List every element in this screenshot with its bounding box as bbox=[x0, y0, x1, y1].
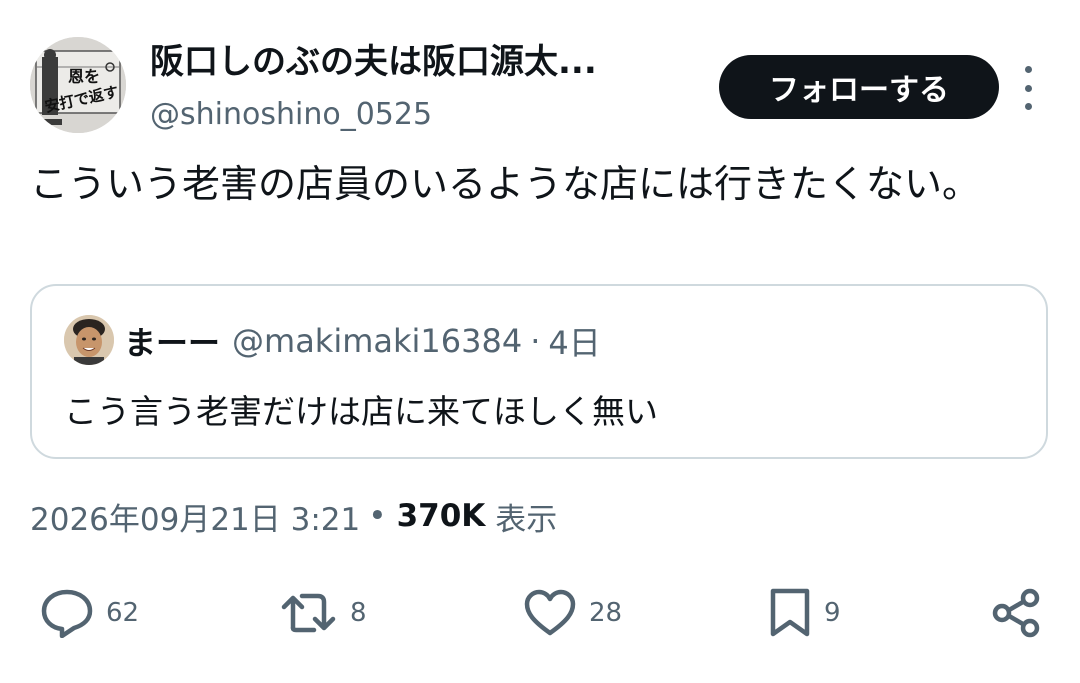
more-dot bbox=[1024, 103, 1032, 110]
quoted-display-name[interactable]: まーー bbox=[124, 318, 220, 364]
tweet-datetime[interactable]: 2026年09月21日 3:21 bbox=[30, 494, 360, 539]
quoted-header: まーー @makimaki16384 · 4日 bbox=[124, 316, 601, 366]
reply-count: 62 bbox=[106, 598, 140, 628]
avatar-text-line1: 恩を bbox=[68, 67, 100, 86]
quoted-tweet-text: こう言う老害だけは店に来てほしく無い bbox=[64, 392, 658, 431]
share-button[interactable] bbox=[990, 585, 1044, 641]
meta-dot: • bbox=[368, 498, 387, 534]
tweet-text: こういう老害の店員のいるような店には行きたくない。 bbox=[30, 162, 981, 206]
repost-count: 8 bbox=[350, 598, 367, 628]
like-count: 28 bbox=[589, 598, 623, 628]
reply-button[interactable]: 62 bbox=[40, 585, 139, 641]
quoted-author-avatar[interactable] bbox=[64, 315, 114, 365]
quoted-tweet-card[interactable]: まーー @makimaki16384 · 4日 こう言う老害だけは店に来てほしく… bbox=[30, 284, 1048, 459]
more-dot bbox=[1024, 84, 1032, 92]
bookmark-count: 9 bbox=[824, 598, 841, 628]
tweet-meta: 2026年09月21日 3:21 • 370K 表示 bbox=[30, 494, 557, 538]
repost-button[interactable]: 8 bbox=[280, 585, 367, 641]
quoted-avatar-face bbox=[64, 315, 114, 365]
author-handle[interactable]: @shinoshino_0525 bbox=[150, 95, 432, 135]
views-label: 表示 bbox=[495, 501, 558, 538]
bookmark-button[interactable]: 9 bbox=[768, 585, 841, 641]
quoted-handle[interactable]: @makimaki16384 bbox=[232, 322, 522, 360]
share-icon bbox=[992, 588, 1040, 638]
quoted-timestamp[interactable]: 4日 bbox=[548, 318, 600, 364]
reply-icon bbox=[41, 589, 93, 638]
avatar-illustration: 恩を 安打で返す bbox=[30, 37, 126, 133]
bookmark-icon bbox=[770, 588, 810, 637]
views-count[interactable]: 370K bbox=[397, 498, 486, 534]
heart-icon bbox=[524, 589, 576, 636]
like-button[interactable]: 28 bbox=[523, 585, 622, 641]
quoted-separator: · bbox=[530, 322, 541, 360]
more-options-icon[interactable] bbox=[1016, 66, 1040, 110]
repost-icon bbox=[281, 593, 336, 633]
author-avatar[interactable]: 恩を 安打で返す bbox=[30, 37, 126, 133]
more-dot bbox=[1024, 66, 1032, 73]
follow-button[interactable]: フォローする bbox=[719, 55, 999, 119]
author-display-name[interactable]: 阪口しのぶの夫は阪口源太... bbox=[150, 40, 597, 84]
